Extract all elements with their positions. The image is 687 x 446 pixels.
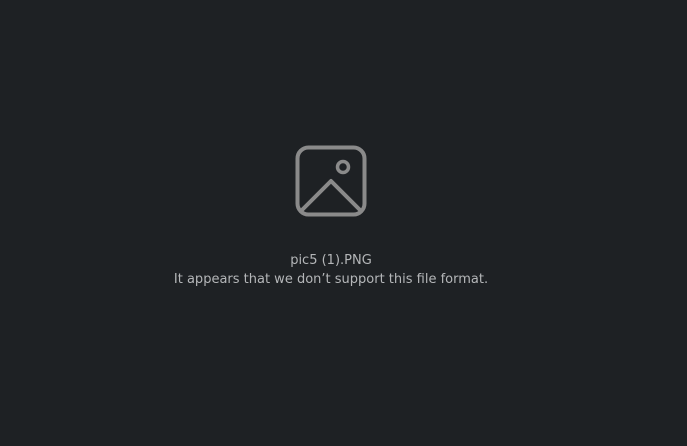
file-name: pic5 (1).PNG	[290, 253, 372, 268]
image-placeholder-icon	[295, 145, 367, 217]
error-message: It appears that we don’t support this fi…	[173, 272, 489, 287]
image-viewer: pic5 (1).PNG It appears that we don’t su…	[0, 0, 687, 446]
unsupported-format-message: pic5 (1).PNG It appears that we don’t su…	[0, 251, 662, 289]
